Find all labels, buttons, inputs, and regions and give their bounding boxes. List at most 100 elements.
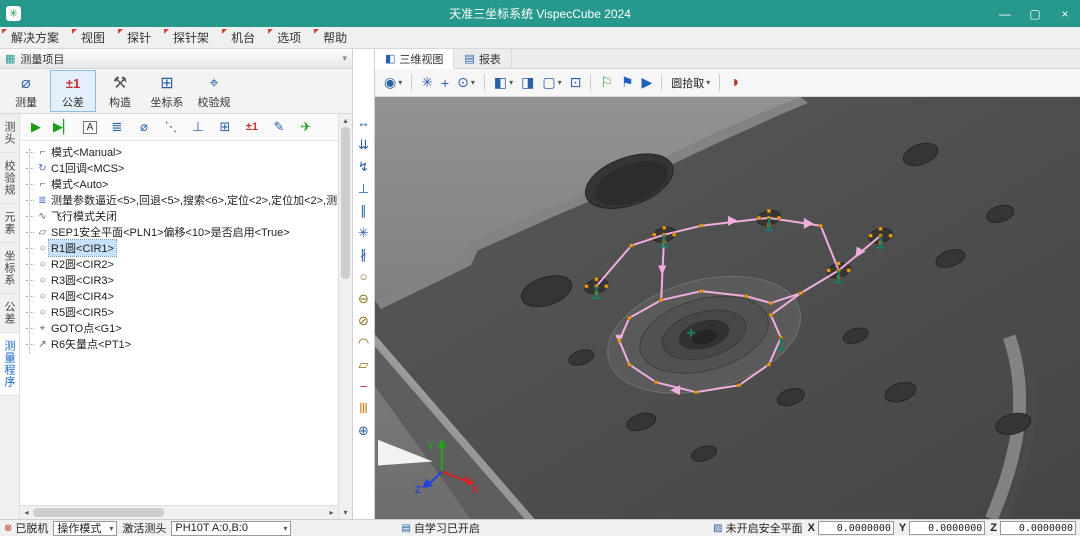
- maximize-button[interactable]: ▢: [1020, 0, 1050, 27]
- offline-label: 已脱机: [15, 520, 48, 536]
- half-circle-icon: ◑: [729, 74, 739, 92]
- measure-icon: ⌀: [21, 73, 31, 94]
- tab-tolerance[interactable]: 公差: [0, 294, 19, 333]
- safety-plane-icon: ▨: [713, 523, 722, 534]
- arc-tool-icon[interactable]: ◠: [358, 333, 369, 355]
- plane-tool-icon[interactable]: ▱: [359, 355, 369, 377]
- tab-3d-view[interactable]: ◧ 三维视图: [375, 49, 454, 69]
- fly-mode-button[interactable]: ✈: [293, 116, 319, 138]
- tab-report[interactable]: ▤ 报表: [454, 49, 511, 68]
- tree-row-fly-mode[interactable]: ∿飞行模式关闭: [26, 208, 338, 224]
- operation-mode-dropdown[interactable]: 操作模式 ▾: [53, 521, 117, 536]
- run-button[interactable]: ▶: [23, 116, 49, 138]
- indicator-button[interactable]: ◑: [727, 73, 741, 93]
- section-button[interactable]: ◨: [519, 73, 536, 92]
- menu-probe[interactable]: 探针: [116, 27, 162, 48]
- zoom-fit-button[interactable]: ⊡: [568, 73, 584, 92]
- move-cross-button[interactable]: +: [439, 74, 451, 92]
- fit-horizontal-icon[interactable]: ↔: [357, 113, 370, 135]
- run-view-button[interactable]: ▶: [640, 73, 655, 92]
- axis-y-label: Y: [428, 442, 435, 453]
- menu-view[interactable]: 视图: [70, 27, 116, 48]
- select-box-button[interactable]: ▢▾: [540, 73, 563, 92]
- y-label: Y: [899, 522, 906, 534]
- tree-row-safety-plane[interactable]: ▱SEP1安全平面<PLN1>偏移<10>是否启用<True>: [26, 224, 338, 240]
- tree-row-goto-point[interactable]: ⌖GOTO点<G1>: [26, 320, 338, 336]
- label-button[interactable]: A: [77, 116, 103, 138]
- tree-row-r4-circle[interactable]: ○R4圆<CIR4>: [26, 288, 338, 304]
- line-tool-icon[interactable]: −: [360, 377, 368, 399]
- parallel-icon[interactable]: ∥: [360, 201, 367, 223]
- edit-button[interactable]: ✎: [266, 116, 292, 138]
- plane-icon: ▱: [36, 227, 49, 238]
- offline-icon: ⊗: [4, 523, 12, 534]
- tolerance-button[interactable]: ±1 公差: [50, 70, 96, 112]
- run-step-button[interactable]: ▶▏: [50, 116, 76, 138]
- path-button[interactable]: ⋱: [158, 116, 184, 138]
- close-button[interactable]: ×: [1050, 0, 1080, 27]
- vector-icon: ↗: [36, 339, 49, 350]
- chevron-down-icon[interactable]: ▾: [342, 53, 347, 64]
- pan-button[interactable]: ✳: [419, 73, 435, 92]
- perpendicular-icon[interactable]: ⊥: [358, 179, 369, 201]
- measure-button[interactable]: ⌀ 测量: [3, 70, 49, 112]
- clearance-button[interactable]: ⊥: [185, 116, 211, 138]
- tab-coordinate-systems[interactable]: 坐标系: [0, 243, 19, 294]
- tree-row-measure-params[interactable]: ≣测量参数逼近<5>,回退<5>,搜索<6>,定位<2>,定位加<2>,测量..…: [26, 192, 338, 208]
- horizontal-scrollbar[interactable]: ◂ ▸: [20, 505, 338, 519]
- vertical-scrollbar[interactable]: ▴ ▾: [338, 114, 352, 519]
- tree-row-r3-circle[interactable]: ○R3圆<CIR3>: [26, 272, 338, 288]
- scroll-up-icon[interactable]: ▴: [343, 114, 347, 127]
- play-icon: ▶: [642, 74, 653, 91]
- gauge-check-button[interactable]: ⌖ 校验规: [191, 70, 237, 112]
- circle-pick-dropdown[interactable]: 圆拾取▾: [669, 74, 712, 92]
- display-options-button[interactable]: ⊙▾: [455, 73, 477, 92]
- minimize-button[interactable]: —: [990, 0, 1020, 27]
- tree-row-mode-auto[interactable]: ⌐模式<Auto>: [26, 176, 338, 192]
- tree-row-r1-circle[interactable]: ○R1圆<CIR1>: [26, 240, 338, 256]
- flag-button[interactable]: ⚑: [619, 73, 636, 92]
- tag-button[interactable]: ⚐: [598, 73, 615, 92]
- tree-row-r6-vector-point[interactable]: ↗R6矢量点<PT1>: [26, 336, 338, 352]
- active-probe-dropdown[interactable]: PH10T A:0,B:0 ▾: [171, 521, 291, 536]
- zigzag-path-icon[interactable]: ↯: [358, 157, 369, 179]
- tree-row-c1-recall[interactable]: ↻C1回调<MCS>: [26, 160, 338, 176]
- scroll-right-icon[interactable]: ▸: [325, 508, 338, 517]
- visibility-button[interactable]: ◉▾: [382, 73, 404, 92]
- scrollbar-thumb[interactable]: [341, 127, 350, 279]
- tab-probe[interactable]: 测头: [0, 114, 19, 153]
- tree-row-r2-circle[interactable]: ○R2圆<CIR2>: [26, 256, 338, 272]
- rotate-circle-icon[interactable]: ⊕: [358, 421, 369, 443]
- circle-minus-icon[interactable]: ⊖: [358, 289, 369, 311]
- scroll-left-icon[interactable]: ◂: [20, 508, 33, 517]
- measure-element-button[interactable]: ⌀: [131, 116, 157, 138]
- circle-tool-icon[interactable]: ○: [360, 267, 368, 289]
- menu-probe-rack[interactable]: 探针架: [162, 27, 220, 48]
- learning-icon: ▤: [401, 523, 410, 534]
- circle-slash-icon[interactable]: ⊘: [358, 311, 369, 333]
- 3d-viewport[interactable]: Y X Z: [375, 97, 1080, 519]
- scrollbar-thumb[interactable]: [33, 508, 164, 517]
- hierarchy-button[interactable]: ⊞: [212, 116, 238, 138]
- double-slash-icon[interactable]: ∦: [360, 245, 367, 267]
- menu-machine[interactable]: 机台: [220, 27, 266, 48]
- tab-elements[interactable]: 元素: [0, 204, 19, 243]
- tolerance-item-button[interactable]: ±1: [239, 116, 265, 138]
- view-toolbar: ◉▾ ✳ + ⊙▾ ◧▾ ◨ ▢▾ ⊡ ⚐ ⚑ ▶ 圆拾取▾ ◑: [375, 69, 1080, 97]
- step-down-icon[interactable]: ⇊: [358, 135, 369, 157]
- construct-button[interactable]: ⚒ 构造: [97, 70, 143, 112]
- cross-move-icon[interactable]: ✳: [358, 223, 369, 245]
- tab-measure-program[interactable]: 测量程序: [0, 333, 19, 396]
- menu-solution[interactable]: 解决方案: [0, 27, 70, 48]
- tree-row-mode-manual[interactable]: ⌐模式<Manual>: [26, 144, 338, 160]
- view-cube-button[interactable]: ◧▾: [492, 73, 515, 92]
- menu-help[interactable]: 帮助: [312, 27, 358, 48]
- coordinate-system-button[interactable]: ⊞ 坐标系: [144, 70, 190, 112]
- menu-options[interactable]: 选项: [266, 27, 312, 48]
- bars-tool-icon[interactable]: Ⅲ: [359, 399, 368, 421]
- z-label: Z: [990, 522, 997, 534]
- tab-gauge[interactable]: 校验规: [0, 153, 19, 204]
- parameters-button[interactable]: ≣: [104, 116, 130, 138]
- scroll-down-icon[interactable]: ▾: [343, 506, 347, 519]
- tree-row-r5-circle[interactable]: ○R5圆<CIR5>: [26, 304, 338, 320]
